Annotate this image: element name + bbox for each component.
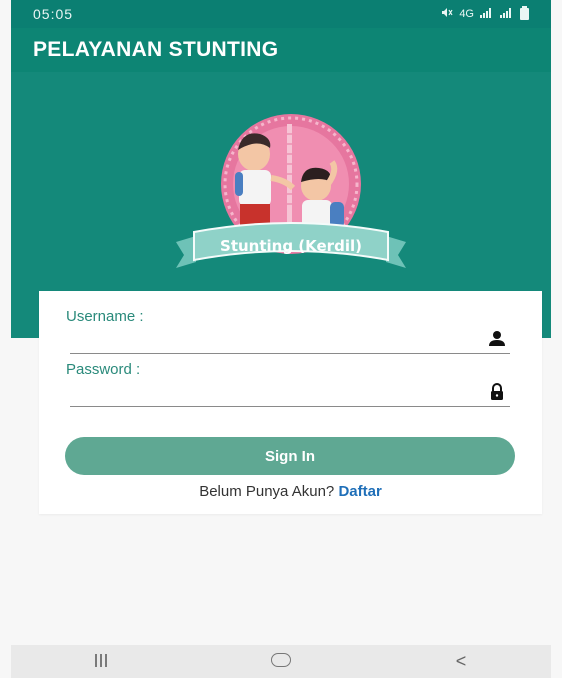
back-button[interactable]: < <box>431 651 491 672</box>
username-field[interactable] <box>70 318 510 354</box>
lock-icon <box>491 383 503 400</box>
signal-icon <box>480 7 494 21</box>
mute-icon <box>441 7 453 21</box>
password-field[interactable] <box>70 371 510 407</box>
home-button[interactable] <box>251 651 311 672</box>
recents-button[interactable]: III <box>71 651 131 672</box>
register-link[interactable]: Daftar <box>338 483 381 500</box>
status-icons: 4G <box>441 6 529 21</box>
login-card: Username : Password : Sign In Belum Puny… <box>39 291 542 514</box>
user-icon <box>489 331 505 346</box>
status-bar: 05:05 4G <box>11 0 551 28</box>
battery-icon <box>520 6 529 20</box>
register-prompt: Belum Punya Akun? <box>199 483 335 500</box>
stunting-logo: Stunting (Kerdil) <box>176 114 406 268</box>
sign-in-button[interactable]: Sign In <box>65 437 515 475</box>
signal-icon-2 <box>500 7 514 21</box>
home-icon <box>271 653 291 667</box>
system-nav-bar: III < <box>11 645 551 678</box>
register-prompt-row: Belum Punya Akun? Daftar <box>39 483 542 500</box>
network-label: 4G <box>459 8 474 20</box>
logo-banner-text: Stunting (Kerdil) <box>220 237 362 255</box>
app-bar: PELAYANAN STUNTING <box>11 28 551 72</box>
status-time: 05:05 <box>33 6 74 22</box>
login-screen: 05:05 4G PELAYANAN STUNTING Stunting (Ke… <box>0 0 562 678</box>
app-title: PELAYANAN STUNTING <box>33 38 279 61</box>
